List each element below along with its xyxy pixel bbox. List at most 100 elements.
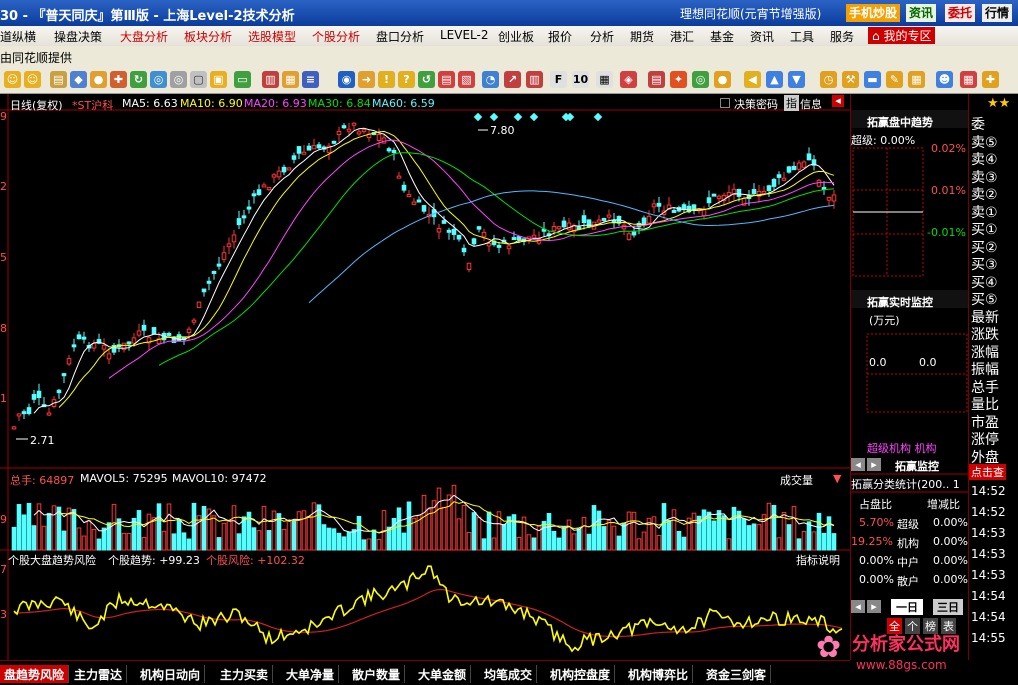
user-icon[interactable]: ☺ <box>24 71 41 88</box>
pct-mid: 0.01% <box>931 184 966 197</box>
tab-indicator[interactable]: 主力买卖 <box>216 665 274 683</box>
tab-indicator[interactable]: 资金三剑客 <box>702 665 772 683</box>
kline-chart[interactable] <box>0 94 850 660</box>
indicator-help-button[interactable]: 指标说明 <box>796 552 840 568</box>
arrow-up-icon[interactable]: ▲ <box>766 71 783 88</box>
candle-body <box>291 155 297 160</box>
close-panel-icon[interactable]: ◂ <box>832 95 844 107</box>
list-icon[interactable]: ≡ <box>302 71 319 88</box>
menu-item[interactable]: 基金 <box>710 28 734 45</box>
tab-indicator[interactable]: 大单净量 <box>282 665 340 683</box>
tab-indicator[interactable]: 机构博弈比 <box>624 665 694 683</box>
tools-icon[interactable]: ⚒ <box>842 71 859 88</box>
arrow-right-icon[interactable]: ▸ <box>867 458 881 471</box>
settings-icon[interactable]: ✚ <box>982 71 999 88</box>
arrow-right-icon[interactable]: ▸ <box>867 600 881 613</box>
market-button[interactable]: 行情 <box>982 4 1013 22</box>
circle-icon[interactable]: ◎ <box>150 71 167 88</box>
signal-marker <box>529 112 539 122</box>
pen-icon[interactable]: ✎ <box>886 71 903 88</box>
bar-chart-icon[interactable]: ▥ <box>526 71 543 88</box>
menu-item[interactable]: 资讯 <box>750 28 774 45</box>
delegate-button[interactable]: 委托 <box>945 4 976 22</box>
menu-item[interactable]: 工具 <box>790 28 814 45</box>
compass-icon[interactable]: ◎ <box>170 71 187 88</box>
volume-selector[interactable]: 成交量 <box>780 472 813 488</box>
tab-indicator[interactable]: 机构日动向 <box>136 665 206 683</box>
trade-time: 14:53 <box>971 547 1006 561</box>
menu-item[interactable]: 个股分析 <box>312 28 360 45</box>
menu-item[interactable]: 报价 <box>548 28 572 45</box>
tab-indicator[interactable]: 主力雷达 <box>70 665 128 683</box>
menu-item[interactable]: 创业板 <box>498 28 534 45</box>
doc-icon[interactable]: ▢ <box>190 71 207 88</box>
menu-item[interactable]: 选股模型 <box>248 28 296 45</box>
menu-item[interactable]: 道纵横 <box>0 28 36 45</box>
menu-item[interactable]: 港汇 <box>670 28 694 45</box>
cup-icon[interactable]: ● <box>90 71 107 88</box>
tab-indicator[interactable]: 盘趋势风险 <box>0 665 70 683</box>
my-zone-button[interactable]: ⌂ 我的专区 <box>868 27 936 44</box>
decision-checkbox[interactable] <box>720 98 730 108</box>
refresh-icon[interactable]: ↺ <box>418 71 435 88</box>
candle-body <box>496 244 502 248</box>
person-icon[interactable]: ☻ <box>936 71 953 88</box>
volume-bar <box>341 536 347 551</box>
chart-icon[interactable]: ▤ <box>50 71 67 88</box>
chevron-down-icon[interactable]: ▼ <box>833 472 841 485</box>
menu-item[interactable]: 服务 <box>830 28 854 45</box>
folder-icon[interactable]: ▦ <box>908 71 925 88</box>
click-query-button[interactable]: 点击查 <box>969 464 1006 480</box>
refresh-icon[interactable]: ↻ <box>130 71 147 88</box>
arrow-icon[interactable]: ➜ <box>358 71 375 88</box>
grid-icon[interactable]: ▦ <box>596 71 613 88</box>
tag-icon[interactable]: ◈ <box>620 71 637 88</box>
chart-icon[interactable]: ▤ <box>648 71 665 88</box>
menu-item[interactable]: 大盘分析 <box>120 28 168 45</box>
arrow-left-icon[interactable]: ◀ <box>744 71 761 88</box>
arrow-left-icon[interactable]: ◂ <box>851 458 865 471</box>
menu-item[interactable]: 分析 <box>590 28 614 45</box>
menu-item[interactable]: 操盘决策 <box>54 28 102 45</box>
info-tab[interactable]: 信息 <box>800 96 822 112</box>
target-icon[interactable]: ◎ <box>692 71 709 88</box>
menu-item[interactable]: 板块分析 <box>184 28 232 45</box>
tool-icon[interactable]: ✚ <box>110 71 127 88</box>
arrow-down-icon[interactable]: ▼ <box>788 71 805 88</box>
tab-indicator[interactable]: 均笔成交 <box>480 665 538 683</box>
menu-item[interactable]: LEVEL-2 <box>440 28 489 42</box>
folder-icon[interactable]: ▦ <box>282 71 299 88</box>
info-button[interactable]: 资讯 <box>906 4 937 22</box>
bar-chart-icon[interactable]: ▥ <box>262 71 279 88</box>
stock-icon[interactable]: ◆ <box>70 71 87 88</box>
monitor-tab[interactable]: 拓赢监控 <box>895 458 939 474</box>
star-icon[interactable]: ✦ <box>670 71 687 88</box>
user-icon[interactable]: ☺ <box>4 71 21 88</box>
coin-icon[interactable]: ● <box>714 71 731 88</box>
alert-icon[interactable]: ! <box>378 71 395 88</box>
tab-indicator[interactable]: 散户数量 <box>348 665 406 683</box>
tab-three-day[interactable]: 三日 <box>933 599 963 615</box>
tab-one-day[interactable]: 一日 <box>891 599 923 615</box>
indicator-button[interactable]: 指 <box>784 95 799 111</box>
ruler-icon[interactable]: ▬ <box>864 71 881 88</box>
help-icon[interactable]: ? <box>398 71 415 88</box>
menu-item[interactable]: 期货 <box>630 28 654 45</box>
globe-icon[interactable]: ◉ <box>338 71 355 88</box>
mobile-trade-button[interactable]: 手机炒股 <box>846 4 901 22</box>
monitor-icon[interactable]: ▭ <box>234 71 251 88</box>
grid-icon[interactable]: ▦ <box>960 71 977 88</box>
menu-item[interactable]: 盘口分析 <box>376 28 424 45</box>
report-icon[interactable]: ▤ <box>438 71 455 88</box>
tab-indicator[interactable]: 机构控盘度 <box>546 665 616 683</box>
f10-icon[interactable]: 10 <box>572 71 589 88</box>
f8-icon[interactable]: F <box>550 71 567 88</box>
tab-indicator[interactable]: 大单金额 <box>414 665 472 683</box>
doc-icon[interactable]: ▣ <box>210 71 227 88</box>
clock-icon[interactable]: ◷ <box>820 71 837 88</box>
arrow-left-icon[interactable]: ◂ <box>851 600 865 613</box>
trend-icon[interactable]: ↗ <box>504 71 521 88</box>
volume-bar <box>131 517 137 551</box>
pie-chart-icon[interactable]: ◔ <box>482 71 499 88</box>
news-icon[interactable]: ▧ <box>458 71 475 88</box>
